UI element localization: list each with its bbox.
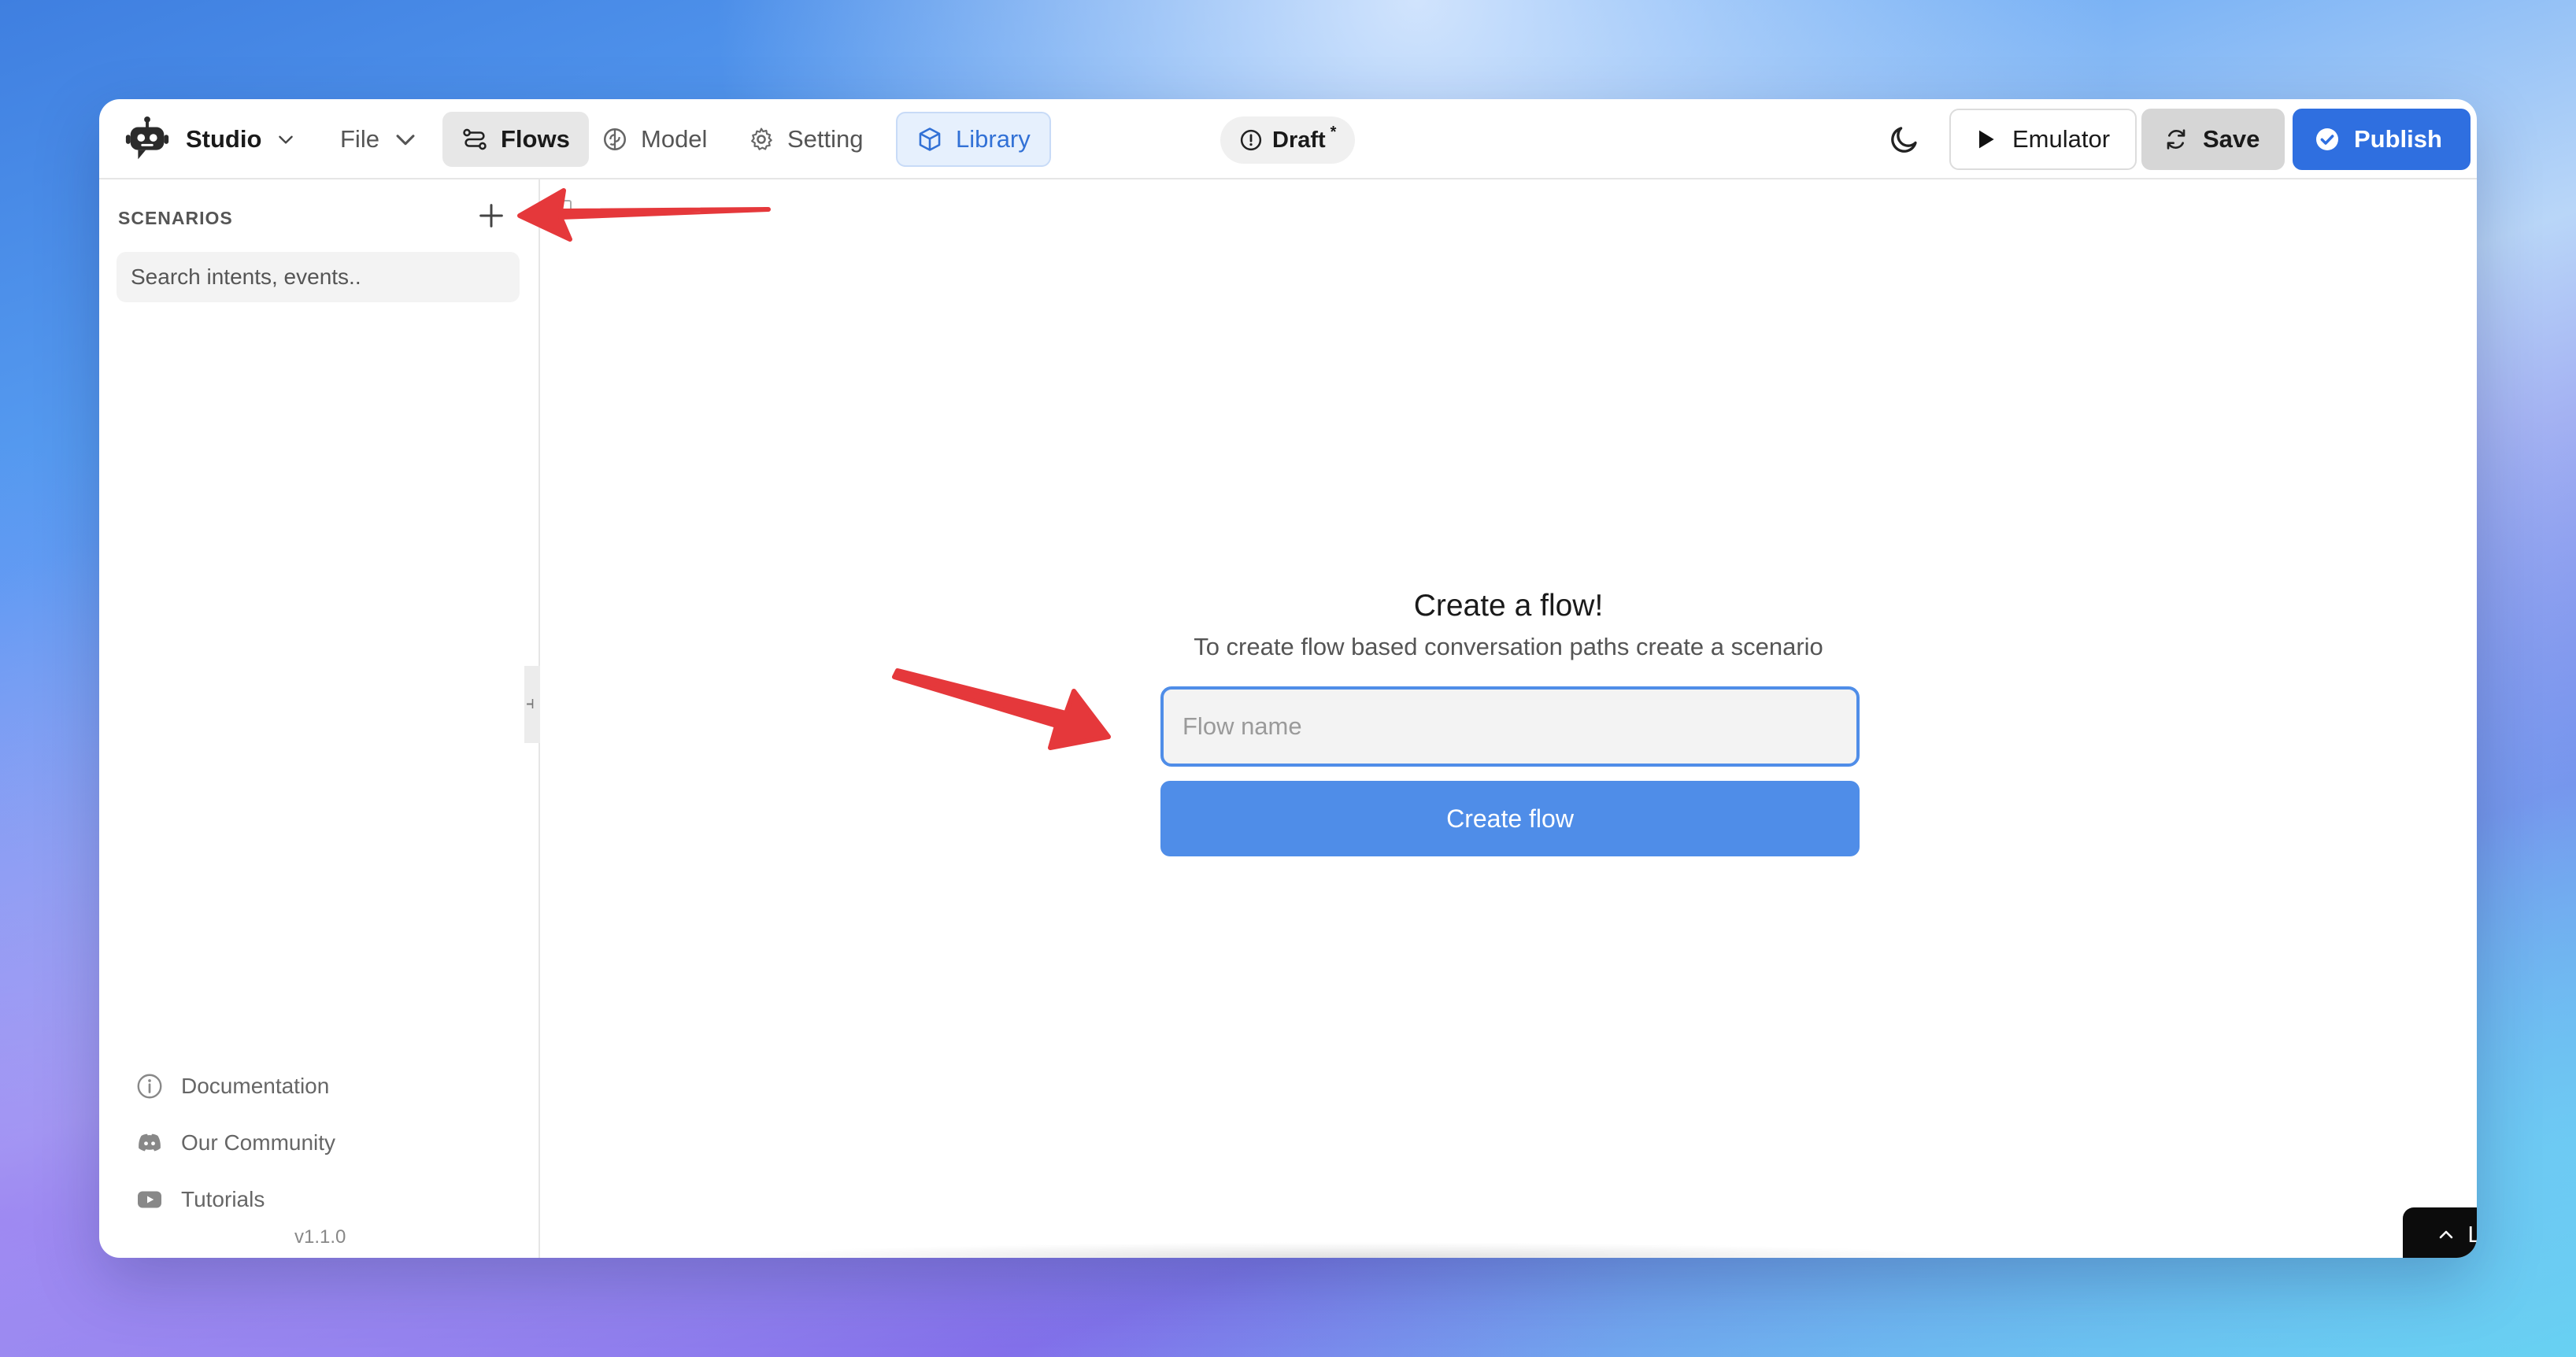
- gear-icon: [751, 128, 772, 150]
- save-label: Save: [2203, 125, 2260, 153]
- chevron-down-icon: [396, 135, 415, 146]
- emulator-button[interactable]: Emulator: [1949, 109, 2137, 170]
- community-label: Our Community: [181, 1130, 336, 1155]
- logs-label: Logs: [2467, 1222, 2477, 1248]
- nav-setting-label: Setting: [787, 125, 864, 153]
- emulator-label: Emulator: [2012, 125, 2111, 153]
- create-flow-title: Create a flow!: [1413, 589, 1604, 623]
- nav-file-label: File: [340, 125, 379, 153]
- discord-icon: [139, 1133, 161, 1152]
- draft-label: Draft: [1272, 127, 1326, 153]
- main-content: Create a flow! To create flow based conv…: [540, 179, 2477, 1258]
- documentation-link[interactable]: Documentation: [135, 1058, 335, 1115]
- youtube-icon: [138, 1191, 161, 1208]
- check-circle-icon: [2316, 128, 2338, 150]
- sidebar: SCENARIOS ⫞ Documentation Our Community …: [99, 179, 540, 1258]
- brand-name: Studio: [186, 125, 262, 153]
- nav-flows[interactable]: Flows: [442, 112, 589, 167]
- bottom-shadow: [721, 1242, 1981, 1258]
- community-link[interactable]: Our Community: [135, 1115, 335, 1171]
- drag-handle-icon: ⫞: [526, 693, 535, 712]
- plus-icon[interactable]: [476, 200, 507, 231]
- robot-logo-icon: [125, 116, 169, 160]
- create-flow-subtitle: To create flow based conversation paths …: [1194, 633, 1823, 660]
- chevron-down-icon: [279, 135, 294, 144]
- flow-name-input[interactable]: [1160, 686, 1860, 767]
- publish-label: Publish: [2354, 125, 2442, 153]
- scenarios-title: SCENARIOS: [118, 208, 233, 228]
- chevron-up-icon: [2439, 1230, 2452, 1239]
- version-label: v1.1.0: [294, 1226, 346, 1248]
- nav-file[interactable]: File: [321, 112, 438, 167]
- brand-menu[interactable]: Studio: [123, 116, 296, 162]
- search-input[interactable]: [117, 252, 520, 302]
- create-flow-button[interactable]: Create flow: [1160, 781, 1860, 856]
- tutorials-label: Tutorials: [181, 1187, 265, 1211]
- logs-button[interactable]: Logs: [2403, 1207, 2477, 1258]
- nav-model-label: Model: [641, 125, 708, 153]
- sidebar-collapse-handle[interactable]: ⫞: [524, 666, 540, 743]
- publish-button[interactable]: Publish: [2293, 109, 2471, 170]
- draft-unsaved-marker: *: [1330, 123, 1337, 141]
- nav-model[interactable]: Model: [583, 112, 726, 167]
- tutorials-link[interactable]: Tutorials: [135, 1171, 335, 1228]
- documentation-label: Documentation: [181, 1074, 330, 1098]
- top-bar: Studio File Flows Model Setting Library …: [99, 99, 2477, 179]
- play-icon: [1979, 130, 1994, 149]
- refresh-icon: [2167, 129, 2186, 150]
- nav-library[interactable]: Library: [896, 112, 1051, 167]
- nav-library-label: Library: [956, 125, 1031, 153]
- flows-icon: [463, 128, 487, 150]
- moon-icon[interactable]: [1888, 123, 1921, 156]
- save-button[interactable]: Save: [2141, 109, 2285, 170]
- nav-setting[interactable]: Setting: [729, 112, 883, 167]
- brain-icon: [603, 128, 627, 151]
- sidebar-links: Documentation Our Community Tutorials: [135, 1058, 335, 1228]
- info-circle-icon: [1240, 129, 1262, 151]
- app-window: Studio File Flows Model Setting Library …: [99, 99, 2477, 1258]
- info-circle-icon: [137, 1074, 162, 1099]
- draft-status-badge[interactable]: Draft *: [1220, 116, 1356, 164]
- panel-toggle-icon[interactable]: [556, 200, 572, 217]
- cube-icon: [919, 128, 941, 151]
- nav-flows-label: Flows: [501, 125, 570, 153]
